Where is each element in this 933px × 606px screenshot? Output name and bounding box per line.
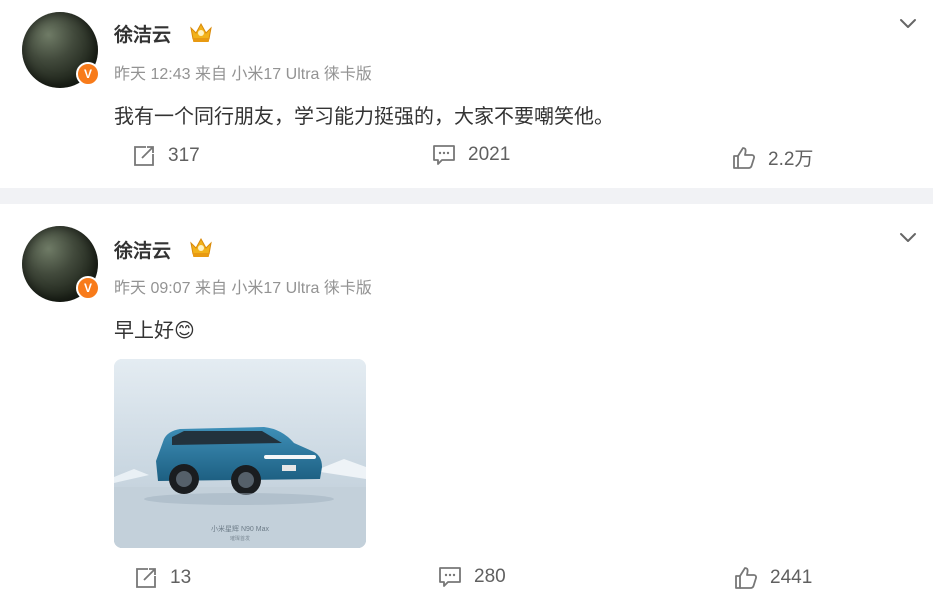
post-image[interactable]: 小米星辉 N90 Max 璀璨首发: [114, 359, 366, 548]
repost-count: 13: [170, 567, 192, 588]
comment-count: 2021: [468, 144, 511, 165]
post-source: 来自 小米17 Ultra 徕卡版: [194, 280, 372, 297]
username[interactable]: 徐洁云: [114, 236, 171, 263]
thumbs-up-icon: [733, 146, 756, 169]
crown-badge-icon[interactable]: [188, 20, 214, 44]
chevron-down-icon[interactable]: [897, 226, 919, 248]
comment-icon: [433, 145, 455, 165]
repost-count: 317: [168, 145, 200, 166]
weibo-post: V 徐洁云 昨天 09:07 来自 小米17 Ultra 徕卡版 早上好😊 小米…: [0, 204, 933, 606]
username[interactable]: 徐洁云: [114, 20, 171, 47]
repost-button[interactable]: 317: [132, 144, 200, 168]
like-count: 2.2万: [768, 149, 814, 170]
repost-button[interactable]: 13: [134, 566, 191, 590]
verified-badge-icon: V: [76, 276, 100, 300]
post-time[interactable]: 昨天 12:43: [114, 66, 191, 83]
like-button[interactable]: 2.2万: [732, 144, 813, 171]
comment-button[interactable]: 2021: [432, 144, 510, 166]
post-content: 我有一个同行朋友，学习能力挺强的，大家不要嘲笑他。: [114, 104, 614, 128]
weibo-post: V 徐洁云 昨天 12:43 来自 小米17 Ultra 徕卡版 我有一个同行朋…: [0, 0, 933, 188]
comment-count: 280: [474, 566, 506, 587]
like-button[interactable]: 2441: [734, 566, 812, 590]
comment-button[interactable]: 280: [438, 566, 506, 588]
verified-badge-icon: V: [76, 62, 100, 86]
crown-badge-icon[interactable]: [188, 235, 214, 259]
avatar[interactable]: V: [22, 226, 100, 302]
thumbs-up-icon: [735, 567, 758, 589]
post-source: 来自 小米17 Ultra 徕卡版: [194, 66, 372, 83]
post-time[interactable]: 昨天 09:07: [114, 280, 191, 297]
post-actions: 13 280 2441: [0, 566, 933, 596]
repost-icon: [134, 146, 154, 166]
post-meta: 昨天 09:07 来自 小米17 Ultra 徕卡版: [114, 274, 372, 298]
repost-icon: [136, 568, 156, 588]
post-meta: 昨天 12:43 来自 小米17 Ultra 徕卡版: [114, 60, 372, 84]
image-subcaption: 璀璨首发: [230, 535, 250, 542]
comment-icon: [439, 567, 461, 587]
like-count: 2441: [770, 567, 813, 588]
chevron-down-icon[interactable]: [897, 12, 919, 34]
post-content: 早上好😊: [114, 318, 195, 342]
post-actions: 317 2021 2.2万: [0, 144, 933, 174]
image-caption: 小米星辉 N90 Max: [211, 524, 269, 533]
car-photo: 小米星辉 N90 Max 璀璨首发: [114, 359, 366, 548]
avatar[interactable]: V: [22, 12, 100, 88]
post-separator: [0, 188, 933, 204]
